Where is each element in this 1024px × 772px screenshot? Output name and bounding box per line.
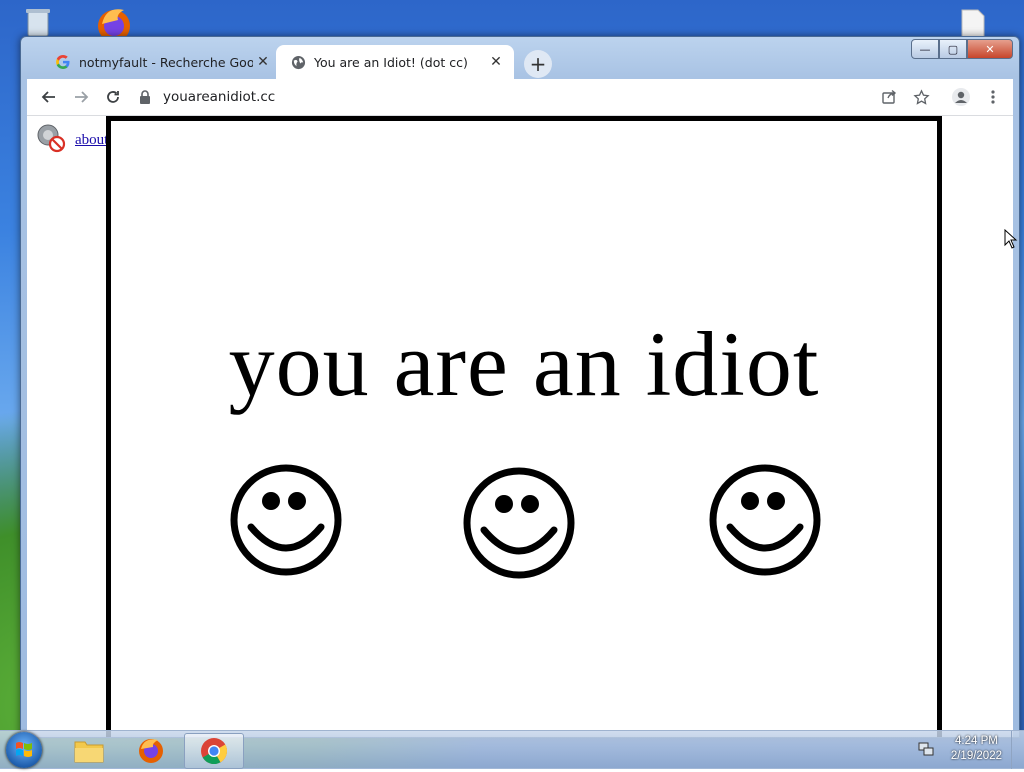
tab-google-search[interactable]: notmyfault - Recherche Google ✕	[41, 45, 281, 79]
file-explorer-icon[interactable]	[60, 733, 118, 767]
show-desktop-button[interactable]	[1011, 731, 1024, 769]
profile-avatar-icon[interactable]	[949, 85, 973, 109]
browser-toolbar: youareanidiot.cc	[27, 79, 1013, 116]
mouse-cursor-icon	[1004, 229, 1018, 249]
forward-arrow-icon[interactable]	[69, 85, 93, 109]
url-text[interactable]: youareanidiot.cc	[163, 89, 275, 105]
browser-window: — ▢ ✕ notmyfault - Recherche Google ✕ Yo…	[20, 36, 1020, 738]
chrome-icon[interactable]	[184, 733, 244, 769]
tab-strip: notmyfault - Recherche Google ✕ You are …	[27, 45, 927, 81]
reload-icon[interactable]	[101, 85, 125, 109]
network-icon[interactable]	[918, 741, 934, 761]
clock-time: 4:24 PM	[955, 735, 998, 747]
firefox-icon[interactable]	[122, 733, 180, 767]
maximize-button[interactable]: ▢	[939, 39, 967, 59]
start-button[interactable]	[6, 732, 42, 768]
back-arrow-icon[interactable]	[37, 85, 61, 109]
smiley-face-icon	[463, 467, 575, 579]
bookmark-star-icon[interactable]	[909, 85, 933, 109]
tab-title: notmyfault - Recherche Google	[79, 54, 253, 70]
new-tab-button[interactable]: +	[524, 50, 552, 78]
smiley-face-icon	[709, 464, 821, 576]
taskbar: 4:24 PM 2/19/2022	[0, 730, 1024, 769]
embedded-flash-frame[interactable]: you are an idiot	[106, 116, 942, 737]
address-bar[interactable]: youareanidiot.cc	[139, 83, 839, 111]
close-tab-icon[interactable]: ✕	[486, 52, 506, 72]
close-tab-icon[interactable]: ✕	[253, 52, 273, 72]
page-headline: you are an idiot	[228, 313, 820, 415]
clock-date: 2/19/2022	[950, 750, 1002, 762]
share-icon[interactable]	[877, 85, 901, 109]
lock-icon[interactable]	[139, 90, 153, 104]
windows-logo-icon	[16, 742, 32, 757]
tab-you-are-an-idiot[interactable]: You are an Idiot! (dot cc) ✕	[276, 45, 514, 79]
tab-title: You are an Idiot! (dot cc)	[314, 54, 468, 70]
blocked-plugin-icon	[35, 122, 67, 158]
kebab-menu-icon[interactable]	[981, 85, 1005, 109]
google-g-icon	[55, 54, 71, 70]
smiley-face-icon	[230, 464, 342, 576]
close-window-button[interactable]: ✕	[967, 39, 1013, 59]
globe-icon	[290, 54, 306, 70]
page-content: about flash you are an idiot	[27, 116, 1013, 737]
system-clock[interactable]: 4:24 PM 2/19/2022	[951, 734, 1002, 764]
